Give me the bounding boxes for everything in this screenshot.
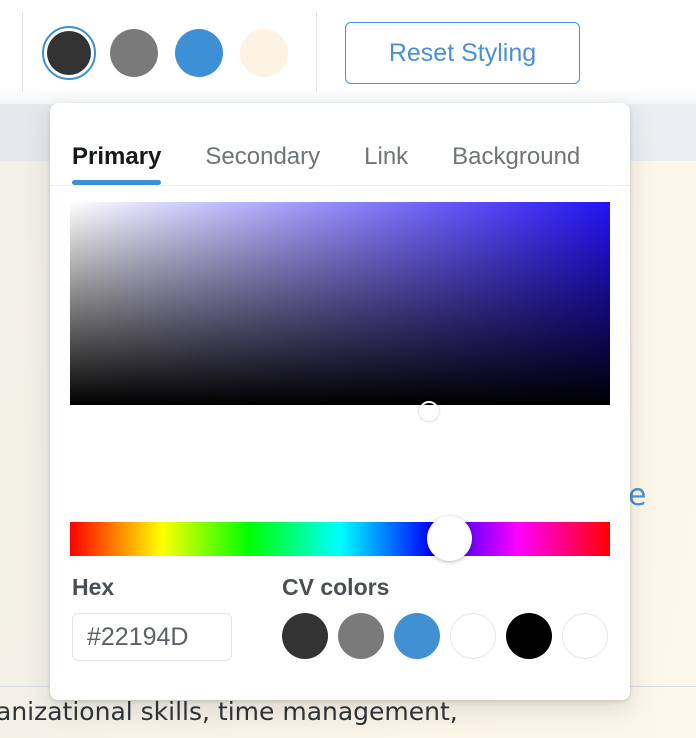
- tab-background[interactable]: Background: [452, 145, 580, 185]
- cv-colors-swatch-list: [282, 613, 608, 659]
- reset-styling-button[interactable]: Reset Styling: [345, 22, 580, 84]
- theme-swatch-blue[interactable]: [172, 26, 226, 80]
- cv-color-blue[interactable]: [394, 613, 440, 659]
- cv-color-white-1[interactable]: [450, 613, 496, 659]
- styling-toolbar: Reset Styling: [0, 0, 696, 104]
- color-picker-popover: Primary Secondary Link Background Hex CV…: [50, 103, 630, 700]
- color-target-tablist: Primary Secondary Link Background: [50, 103, 630, 186]
- hex-field-group: Hex: [72, 576, 282, 661]
- color-dot-blue: [175, 29, 223, 77]
- cv-color-gray[interactable]: [338, 613, 384, 659]
- document-body-text: anizational skills, time management,: [0, 697, 458, 726]
- toolbar-divider-right: [316, 12, 317, 92]
- cv-colors-group: CV colors: [282, 576, 608, 659]
- theme-swatch-group: [42, 26, 291, 80]
- document-partial-link-letter: e: [628, 478, 646, 513]
- saturation-value-handle[interactable]: [419, 401, 439, 421]
- color-dot-cream: [240, 29, 288, 77]
- saturation-value-field[interactable]: [70, 202, 610, 405]
- cv-color-charcoal[interactable]: [282, 613, 328, 659]
- theme-swatch-cream[interactable]: [237, 26, 291, 80]
- tab-link[interactable]: Link: [364, 145, 408, 185]
- hue-slider[interactable]: [70, 522, 610, 556]
- color-dot-gray: [110, 29, 158, 77]
- cv-color-black[interactable]: [506, 613, 552, 659]
- toolbar-divider-left: [22, 12, 23, 92]
- picker-controls-row: Hex CV colors: [50, 576, 630, 661]
- theme-swatch-gray[interactable]: [107, 26, 161, 80]
- color-dot-dark: [47, 31, 91, 75]
- theme-swatch-dark[interactable]: [42, 26, 96, 80]
- hex-input[interactable]: [72, 613, 232, 661]
- hex-label: Hex: [72, 574, 115, 600]
- hue-slider-handle[interactable]: [427, 516, 472, 561]
- cv-color-white-2[interactable]: [562, 613, 608, 659]
- cv-colors-label: CV colors: [282, 574, 390, 600]
- tab-secondary[interactable]: Secondary: [205, 145, 320, 185]
- tab-primary[interactable]: Primary: [72, 145, 162, 185]
